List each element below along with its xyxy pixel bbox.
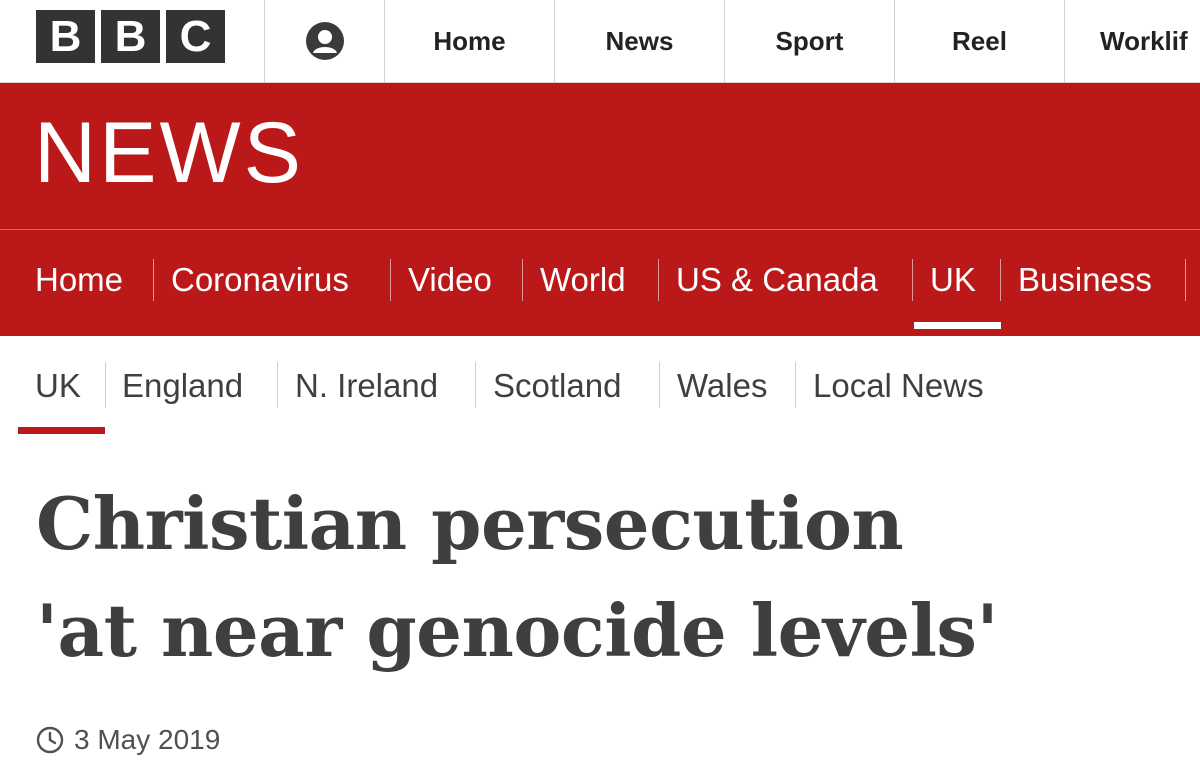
top-nav-sport[interactable]: Sport [725,0,894,82]
nav-separator [153,259,154,301]
subnav-scotland[interactable]: Scotland [493,362,621,410]
article-date: 3 May 2019 [36,724,220,756]
nav-separator [912,259,913,301]
nav-home[interactable]: Home [35,255,123,305]
article-headline: Christian persecution 'at near genocide … [36,470,1200,684]
subnav-separator [105,362,106,408]
top-nav-news[interactable]: News [555,0,724,82]
subnav-separator [659,362,660,408]
subnav-local-news[interactable]: Local News [813,362,984,410]
nav-separator [658,259,659,301]
headline-line: 'at near genocide levels' [36,588,999,673]
top-nav-worklife[interactable]: Worklif [1100,0,1200,82]
bbc-logo[interactable]: B B C [36,10,225,63]
bbc-logo-block: C [166,10,225,63]
subnav-separator [475,362,476,408]
nav-separator [522,259,523,301]
nav-us-canada[interactable]: US & Canada [676,255,878,305]
nav-separator [1185,259,1186,301]
bbc-logo-block: B [36,10,95,63]
bbc-masthead: B B C Home News Sport Reel Worklif [0,0,1200,83]
nav-active-indicator [914,322,1001,329]
headline-line: Christian persecution [36,481,904,566]
divider [1064,0,1065,82]
subnav-england[interactable]: England [122,362,243,410]
top-nav-home[interactable]: Home [385,0,554,82]
nav-business[interactable]: Business [1018,255,1152,305]
subnav-separator [795,362,796,408]
top-nav-reel[interactable]: Reel [895,0,1064,82]
bbc-logo-block: B [101,10,160,63]
subnav-n-ireland[interactable]: N. Ireland [295,362,438,410]
nav-world[interactable]: World [540,255,626,305]
nav-video[interactable]: Video [408,255,492,305]
nav-coronavirus[interactable]: Coronavirus [171,255,349,305]
nav-uk[interactable]: UK [930,255,976,305]
clock-icon [36,726,64,754]
account-icon [306,22,344,60]
nav-separator [390,259,391,301]
news-section-title[interactable]: NEWS [34,110,304,196]
date-text: 3 May 2019 [74,724,221,755]
subnav-wales[interactable]: Wales [677,362,767,410]
subnav-separator [277,362,278,408]
subnav-active-indicator [18,427,105,434]
account-button[interactable] [265,0,385,82]
nav-separator [1000,259,1001,301]
subnav-uk[interactable]: UK [35,362,81,410]
